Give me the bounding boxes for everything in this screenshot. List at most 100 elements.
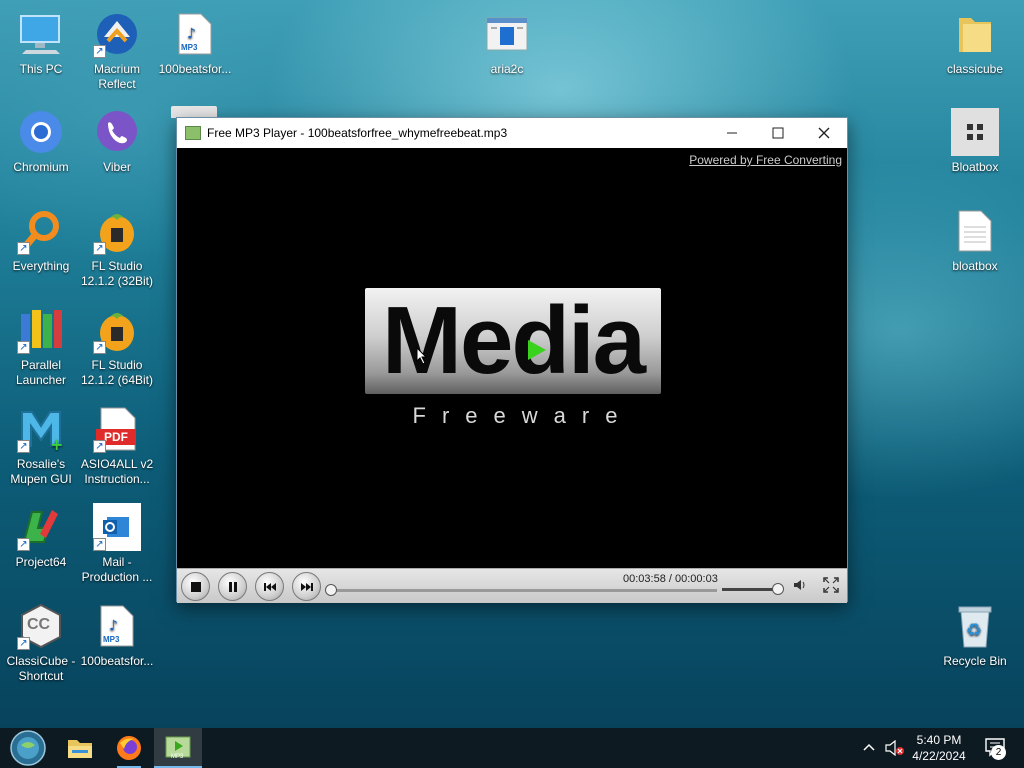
speaker-icon — [794, 580, 805, 590]
desktop-icon-label: Bloatbox — [951, 160, 999, 174]
desktop-icon-fl64[interactable]: ↗ FL Studio 12.1.2 (64Bit) — [76, 306, 158, 388]
fullscreen-button[interactable] — [822, 576, 840, 599]
tray-clock[interactable]: 5:40 PM 4/22/2024 — [906, 732, 972, 764]
minimize-button[interactable] — [709, 118, 755, 148]
mp3-file-icon: ♪ MP3 — [93, 602, 141, 650]
shortcut-arrow-icon: ↗ — [17, 341, 30, 354]
project64-icon: ↗ — [17, 503, 65, 551]
desktop-icon-project64[interactable]: ↗ Project64 — [0, 503, 82, 570]
desktop-icon-label: Everything — [12, 259, 70, 273]
maximize-icon — [772, 127, 784, 139]
desktop-icon-classicube-shortcut[interactable]: CC ↗ ClassiCube - Shortcut — [0, 602, 82, 684]
desktop-icon-rosalie[interactable]: + ↗ Rosalie's Mupen GUI — [0, 405, 82, 487]
desktop-icon-viber[interactable]: Viber — [76, 108, 158, 175]
mouse-cursor-icon — [416, 347, 428, 365]
desktop-icon-mail[interactable]: ↗ Mail - Production ... — [76, 503, 158, 585]
desktop-icon-beats1[interactable]: ♪ MP3 100beatsfor... — [154, 10, 236, 77]
desktop-icon-beats2[interactable]: ♪ MP3 100beatsfor... — [76, 602, 158, 669]
shortcut-arrow-icon: ↗ — [17, 637, 30, 650]
desktop-icon-everything[interactable]: ↗ Everything — [0, 207, 82, 274]
desktop-icon-fl32[interactable]: ↗ FL Studio 12.1.2 (32Bit) — [76, 207, 158, 289]
desktop-icon-label: This PC — [19, 62, 63, 76]
mp3-badge: MP3 — [181, 43, 198, 52]
playback-controls: 00:03:58 / 00:00:03 — [177, 568, 847, 603]
recycle-bin-icon: ♻ — [951, 602, 999, 650]
powered-by-link[interactable]: Powered by Free Converting — [689, 153, 842, 167]
desktop-icon-aria2c[interactable]: aria2c — [466, 10, 548, 77]
desktop-icon-chromium[interactable]: Chromium — [0, 108, 82, 175]
shortcut-arrow-icon: ↗ — [93, 242, 106, 255]
video-area[interactable]: Powered by Free Converting Media Freewar… — [177, 148, 847, 568]
taskbar-file-explorer[interactable] — [58, 728, 102, 768]
logo-main-text: Media — [381, 287, 646, 394]
desktop-icon-asio[interactable]: PDF ↗ ASIO4ALL v2 Instruction... — [76, 405, 158, 487]
close-icon — [818, 127, 830, 139]
mp3-badge: MP3 — [103, 635, 120, 644]
maximize-button[interactable] — [755, 118, 801, 148]
macrium-icon: ↗ — [93, 10, 141, 58]
desktop-icon-recycle[interactable]: ♻ Recycle Bin — [934, 602, 1016, 669]
tray-date: 4/22/2024 — [912, 749, 966, 763]
previous-icon — [263, 582, 276, 591]
shortcut-arrow-icon: ↗ — [93, 440, 106, 453]
desktop-icon-bloatbox-file[interactable]: bloatbox — [934, 207, 1016, 274]
svg-text:+: + — [50, 435, 63, 452]
mupen-icon: + ↗ — [17, 405, 65, 453]
text-file-icon — [951, 207, 999, 255]
desktop-icon-label: ClassiCube - Shortcut — [6, 654, 76, 683]
volume-knob[interactable] — [772, 583, 784, 595]
firefox-icon — [117, 736, 141, 760]
taskbar: MP3 5:40 PM 4/22/2024 2 — [0, 728, 1024, 768]
pause-button[interactable] — [218, 572, 247, 601]
next-button[interactable] — [292, 572, 321, 601]
chevron-up-icon — [863, 743, 875, 751]
desktop-icon-label: FL Studio 12.1.2 (64Bit) — [80, 358, 154, 387]
desktop-icon-parallel[interactable]: ↗ Parallel Launcher — [0, 306, 82, 388]
start-button[interactable] — [4, 728, 52, 768]
folder-icon — [951, 10, 999, 58]
folder-icon — [68, 740, 92, 758]
shortcut-arrow-icon: ↗ — [93, 538, 106, 551]
shortcut-arrow-icon: ↗ — [17, 242, 30, 255]
tray-overflow-chevron[interactable] — [862, 740, 876, 755]
magnifier-icon: ↗ — [17, 207, 65, 255]
desktop-icon-label: Chromium — [13, 160, 69, 174]
seek-knob[interactable] — [325, 584, 337, 596]
taskbar-free-mp3-player[interactable]: MP3 — [154, 728, 202, 768]
speaker-muted-icon — [885, 739, 904, 757]
shortcut-arrow-icon: ↗ — [17, 440, 30, 453]
time-display: 00:03:58 / 00:00:03 — [623, 573, 718, 585]
pause-icon — [228, 581, 237, 592]
viber-icon — [93, 108, 141, 156]
tray-volume-muted[interactable] — [885, 739, 905, 759]
desktop-icon-macrium[interactable]: ↗ Macrium Reflect — [76, 10, 158, 92]
classicube-badge: CC — [27, 616, 51, 633]
desktop-icon-label: aria2c — [490, 62, 524, 76]
desktop-icon-classicube-folder[interactable]: classicube — [934, 10, 1016, 77]
app-icon — [185, 126, 201, 140]
desktop-icon-bloatbox-app[interactable]: Bloatbox — [934, 108, 1016, 175]
fullscreen-icon — [823, 577, 839, 593]
desktop-icon-label: Recycle Bin — [943, 654, 1007, 668]
chromium-icon — [17, 108, 65, 156]
fl-studio-icon: ↗ — [93, 207, 141, 255]
desktop-icon-label: ASIO4ALL v2 Instruction... — [80, 457, 154, 486]
previous-button[interactable] — [255, 572, 284, 601]
notification-center-button[interactable]: 2 — [980, 737, 1010, 760]
close-button[interactable] — [801, 118, 847, 148]
desktop-icon-label: classicube — [946, 62, 1004, 76]
seek-bar[interactable] — [331, 589, 717, 592]
volume-bar[interactable] — [722, 588, 778, 591]
taskbar-firefox[interactable] — [107, 728, 151, 768]
pdf-file-icon: PDF ↗ — [93, 405, 141, 453]
media-player-window[interactable]: Free MP3 Player - 100beatsforfree_whymef… — [176, 117, 848, 603]
volume-button[interactable] — [793, 579, 807, 594]
desktop-icon-label: Mail - Production ... — [81, 555, 153, 584]
title-bar[interactable]: Free MP3 Player - 100beatsforfree_whymef… — [177, 118, 847, 148]
stop-icon — [190, 581, 201, 592]
mp3-file-icon: ♪ MP3 — [171, 10, 219, 58]
stop-button[interactable] — [181, 572, 210, 601]
svg-text:♻: ♻ — [966, 620, 982, 641]
desktop-icon-this-pc[interactable]: This PC — [0, 10, 82, 77]
desktop-icon-label: 100beatsfor... — [80, 654, 154, 668]
